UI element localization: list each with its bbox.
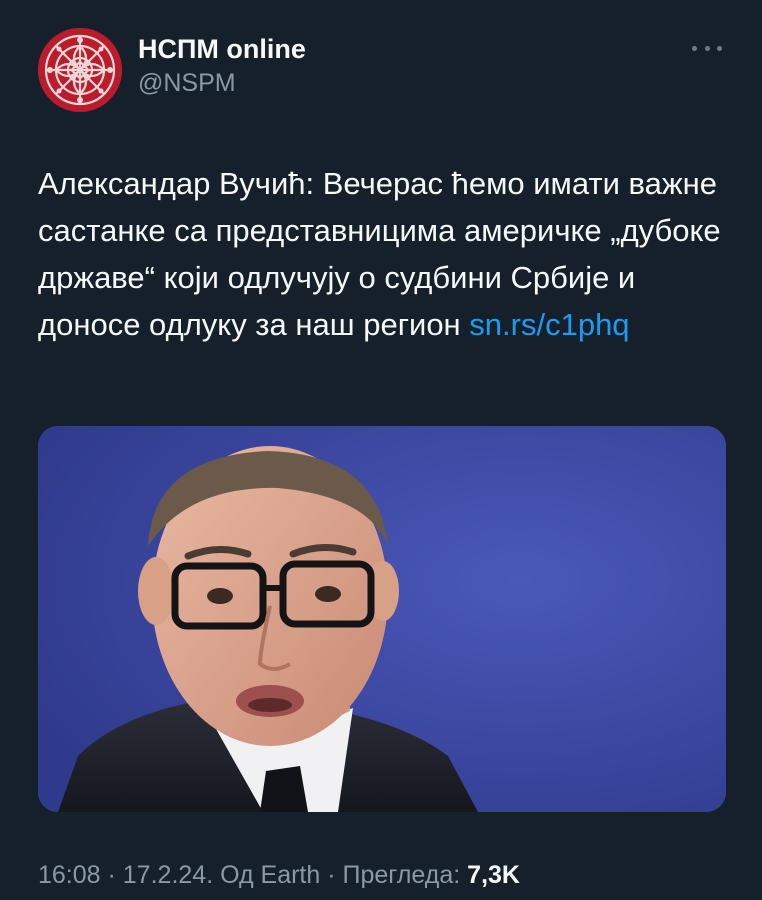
more-horizontal-icon — [717, 45, 722, 51]
author-names: НСПМ online @NSPM — [138, 32, 306, 100]
portrait-photo — [38, 426, 726, 812]
tweet-header: НСПМ online @NSPM — [38, 28, 728, 112]
views-count[interactable]: 7,3K — [467, 861, 520, 889]
meta-separator: · — [320, 861, 343, 889]
tweet-meta: 16:08 · 17.2.24. Од Earth · Прегледа: 7,… — [38, 858, 520, 892]
tweet-photo[interactable] — [38, 426, 726, 812]
tweet-source: Од Earth — [220, 861, 321, 889]
tweet-time[interactable]: 16:08 — [38, 861, 101, 889]
tweet-date[interactable]: 17.2.24. — [123, 861, 213, 889]
author-display-name[interactable]: НСПМ online — [138, 32, 306, 66]
nspm-logo-icon — [38, 28, 122, 112]
more-horizontal-icon — [704, 45, 710, 51]
more-options-button[interactable] — [692, 38, 722, 58]
views-label: Прегледа: — [342, 861, 468, 889]
meta-separator: · — [100, 861, 123, 889]
avatar[interactable] — [38, 28, 122, 112]
tweet-text: Александар Вучић: Вечерас ћемо имати важ… — [38, 160, 728, 348]
author-handle[interactable]: @NSPM — [138, 66, 306, 100]
tweet-link[interactable]: sn.rs/c1phq — [469, 307, 629, 342]
more-horizontal-icon — [692, 45, 697, 51]
